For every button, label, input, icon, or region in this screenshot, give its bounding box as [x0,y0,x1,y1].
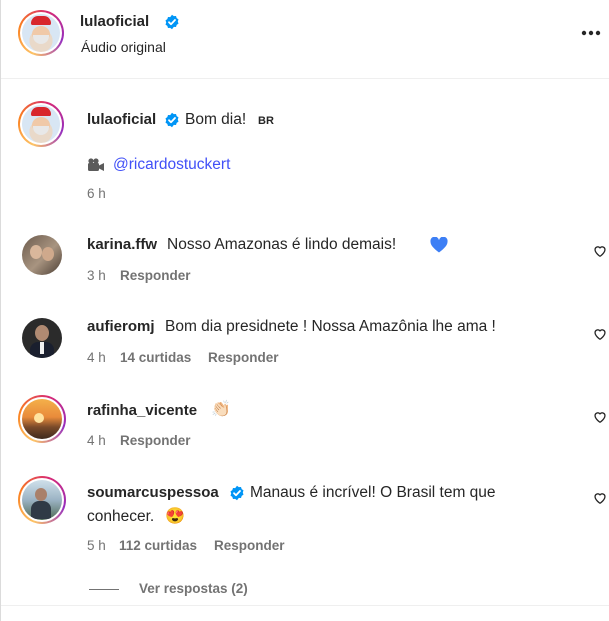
reply-button[interactable]: Responder [214,538,285,553]
replies-line [89,589,119,590]
comment-avatar[interactable] [18,476,66,524]
comment-text-line2: conhecer. [87,508,155,525]
caption-time[interactable]: 6 h [87,186,106,201]
bottom-divider [1,605,609,606]
video-camera-icon [88,158,104,171]
verified-badge-icon [165,14,179,30]
likes-count[interactable]: 14 curtidas [120,350,191,365]
verified-badge-icon [230,485,244,501]
more-options-icon[interactable] [581,30,601,36]
comment-time[interactable]: 3 h [87,268,106,283]
caption-avatar[interactable] [18,101,64,147]
caption-text: Bom dia! [185,111,247,128]
brazil-flag: BR [258,115,274,127]
likes-count[interactable]: 112 curtidas [119,538,197,553]
heart-eyes-emoji-icon: 😍 [165,508,185,525]
like-heart-icon[interactable] [593,410,607,424]
like-heart-icon[interactable] [593,244,607,258]
header-avatar[interactable] [18,10,64,56]
blue-heart-emoji-icon [430,237,448,253]
comment-text: Bom dia presidnete ! Nossa Amazônia lhe … [165,318,496,335]
clapping-hands-emoji-icon: 👏🏻 [211,401,231,418]
comment-username[interactable]: soumarcuspessoa [87,484,219,501]
credit-mention-link[interactable]: @ricardostuckert [113,156,230,174]
like-heart-icon[interactable] [593,491,607,505]
left-border [0,0,1,621]
caption-username[interactable]: lulaoficial [87,111,156,128]
verified-badge-icon [165,112,179,128]
comment-username[interactable]: rafinha_vicente [87,402,197,419]
comment-time[interactable]: 4 h [87,433,106,448]
audio-label[interactable]: Áudio original [81,39,166,55]
view-replies-button[interactable]: Ver respostas (2) [139,581,248,596]
comment-text: Manaus é incrível! O Brasil tem que [250,484,496,501]
header-username[interactable]: lulaoficial [80,13,149,30]
reply-button[interactable]: Responder [120,268,191,283]
comment-time[interactable]: 5 h [87,538,106,553]
header-divider [1,78,609,79]
reply-button[interactable]: Responder [120,433,191,448]
comment-username[interactable]: aufieromj [87,318,155,335]
comment-avatar[interactable] [18,395,66,443]
comment-username[interactable]: karina.ffw [87,236,157,253]
comment-text: Nosso Amazonas é lindo demais! [167,236,397,253]
comment-time[interactable]: 4 h [87,350,106,365]
comment-avatar[interactable] [22,318,62,358]
reply-button[interactable]: Responder [208,350,279,365]
like-heart-icon[interactable] [593,327,607,341]
comment-avatar[interactable] [22,235,62,275]
